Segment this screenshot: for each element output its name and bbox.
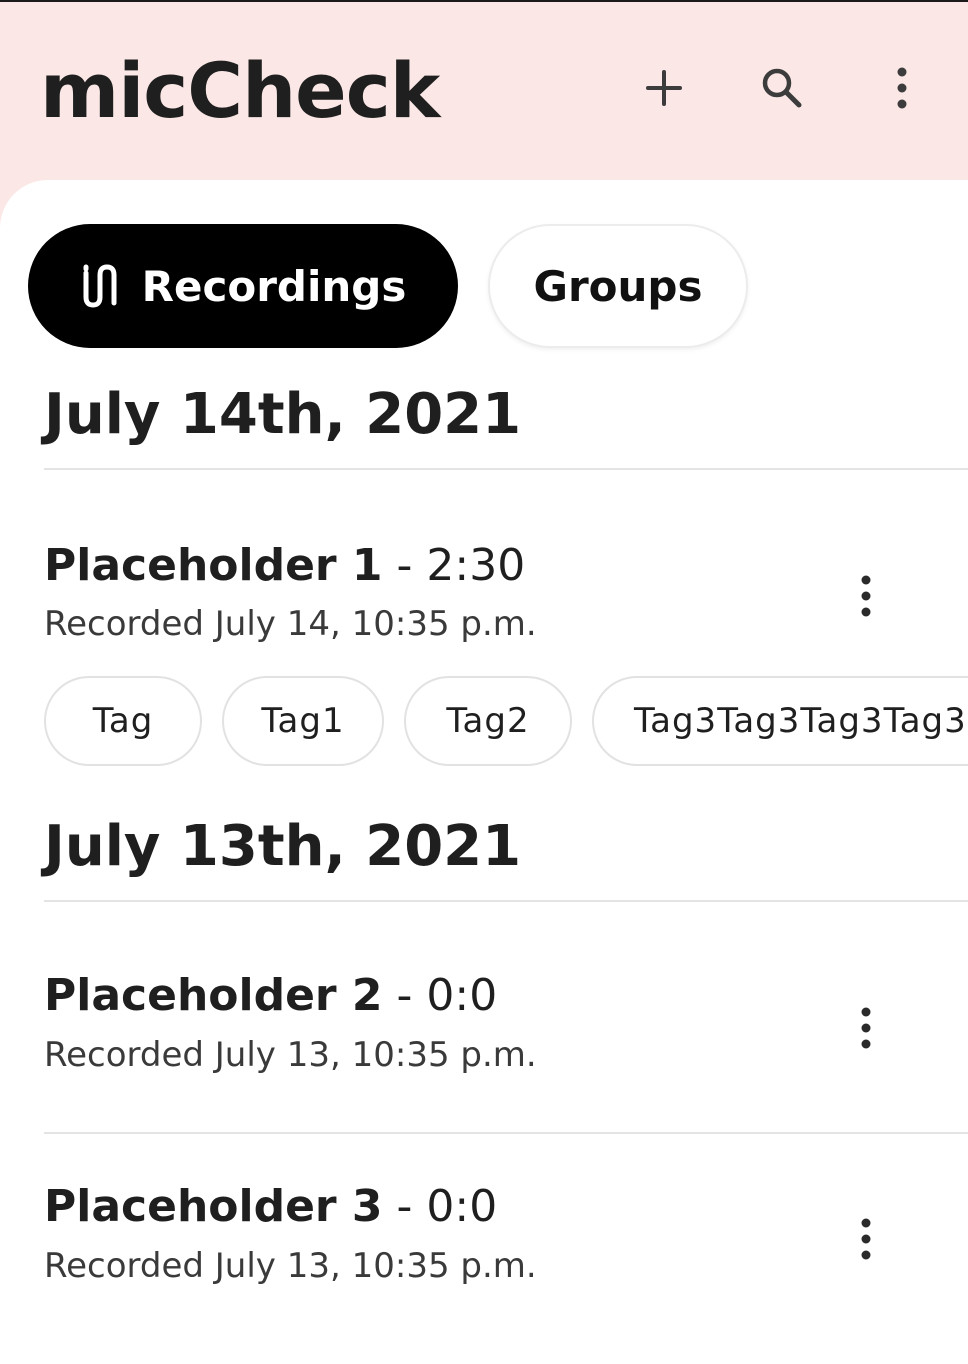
recording-menu-button[interactable] [844,1209,888,1269]
recording-timestamp: Recorded July 14, 10:35 p.m. [44,604,537,644]
tag-chip[interactable]: Tag1 [222,676,384,766]
tab-groups-label: Groups [533,261,703,311]
recording-title[interactable]: Placeholder 2 - 0:0 [44,970,497,1022]
tab-recordings-label: Recordings [141,261,407,311]
tag-chip[interactable]: Tag3Tag3Tag3Tag3 [592,676,968,766]
date-heading: July 14th, 2021 [44,382,522,447]
title-separator: - [382,1181,427,1232]
tab-groups[interactable]: Groups [488,224,748,348]
search-icon [762,68,802,108]
add-button[interactable] [636,60,692,116]
recordings-icon [80,263,120,309]
recording-duration: 0:0 [426,1181,498,1232]
content-sheet: Recordings Groups July 14th, 2021 Placeh… [0,180,968,1364]
recording-menu-button[interactable] [844,998,888,1058]
recording-duration: 0:0 [426,970,498,1021]
date-heading: July 13th, 2021 [44,814,522,879]
section-divider [44,468,968,470]
search-button[interactable] [754,60,810,116]
title-separator: - [382,540,427,591]
recording-duration: 2:30 [426,540,526,591]
app-title: micCheck [40,46,440,135]
plus-icon [646,70,682,106]
more-vertical-icon [861,1007,871,1049]
recording-menu-button[interactable] [844,566,888,626]
tag-chip[interactable]: Tag2 [404,676,572,766]
app-bar: micCheck [0,2,968,192]
more-vertical-icon [861,1218,871,1260]
recording-timestamp: Recorded July 13, 10:35 p.m. [44,1035,537,1075]
overflow-menu-button[interactable] [874,60,930,116]
recording-name: Placeholder 2 [44,970,383,1021]
tag-chip[interactable]: Tag [44,676,202,766]
recording-name: Placeholder 1 [44,540,383,591]
section-divider [44,900,968,902]
recording-timestamp: Recorded July 13, 10:35 p.m. [44,1246,537,1286]
recording-title[interactable]: Placeholder 3 - 0:0 [44,1181,497,1233]
recording-name: Placeholder 3 [44,1181,383,1232]
title-separator: - [382,970,427,1021]
more-vertical-icon [897,67,907,109]
row-divider [44,1132,968,1134]
more-vertical-icon [861,575,871,617]
tab-recordings[interactable]: Recordings [28,224,458,348]
recording-title[interactable]: Placeholder 1 - 2:30 [44,540,525,592]
